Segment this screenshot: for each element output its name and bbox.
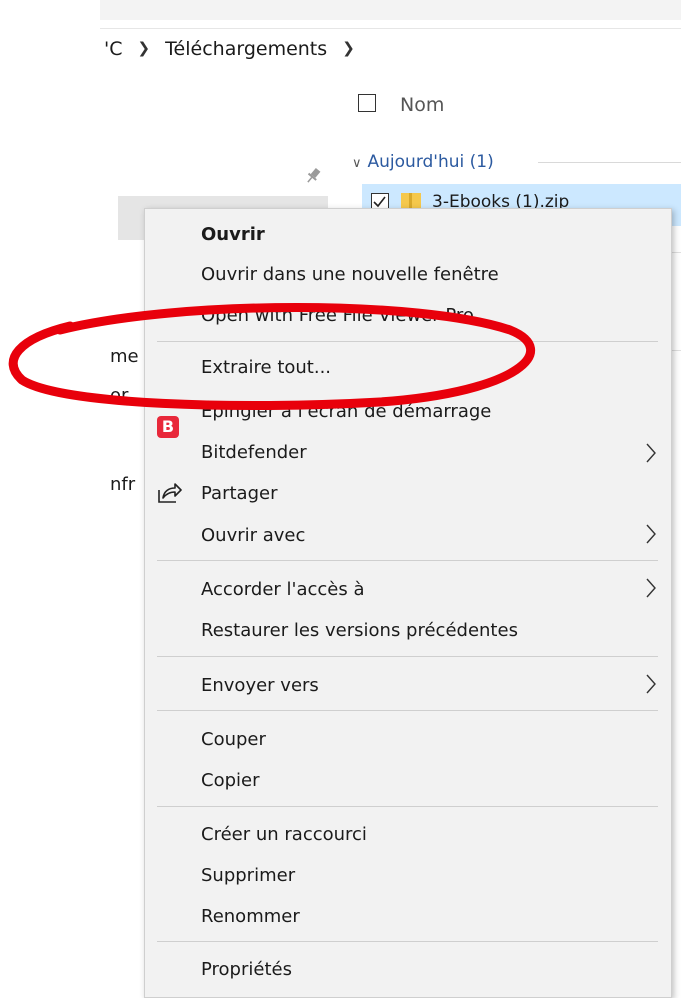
chevron-down-icon: ∨ — [352, 156, 362, 171]
menu-separator — [157, 560, 658, 561]
breadcrumb: 'C ❯ Téléchargements ❯ — [104, 38, 364, 60]
nav-pane-label[interactable]: or — [110, 385, 128, 406]
menu-item-copy[interactable]: Copier — [201, 769, 259, 793]
breadcrumb-item-downloads[interactable]: Téléchargements — [165, 38, 327, 60]
group-header-today[interactable]: ∨ Aujourd'hui (1) — [352, 152, 494, 172]
menu-item-share[interactable]: Partager — [201, 482, 277, 506]
pin-icon[interactable] — [303, 166, 323, 186]
group-label: Aujourd'hui (1) — [367, 152, 494, 172]
menu-item-bitdefender[interactable]: Bitdefender — [201, 441, 307, 465]
toolbar-fragment — [100, 0, 681, 20]
breadcrumb-item-pc[interactable]: 'C — [104, 38, 123, 60]
menu-separator — [157, 806, 658, 807]
menu-item-delete[interactable]: Supprimer — [201, 864, 295, 888]
chevron-right-icon[interactable]: ❯ — [342, 39, 355, 57]
menu-item-open-with[interactable]: Ouvrir avec — [201, 524, 305, 548]
chevron-right-icon[interactable]: ❯ — [138, 39, 151, 57]
menu-item-give-access[interactable]: Accorder l'accès à — [201, 578, 365, 602]
menu-item-rename[interactable]: Renommer — [201, 905, 300, 929]
nav-pane-label[interactable]: nfr — [110, 474, 135, 495]
menu-separator — [157, 656, 658, 657]
toolbar-divider — [100, 28, 681, 29]
nav-pane-label[interactable]: me — [110, 346, 139, 367]
submenu-arrow-icon — [646, 443, 656, 463]
menu-item-extract-all[interactable]: Extraire tout... — [201, 356, 331, 380]
menu-separator — [157, 941, 658, 942]
menu-item-open-with-free-file-viewer[interactable]: Open with Free File Viewer Pro — [201, 304, 474, 328]
submenu-arrow-icon — [646, 524, 656, 544]
menu-item-create-shortcut[interactable]: Créer un raccourci — [201, 823, 367, 847]
menu-separator — [157, 710, 658, 711]
share-icon — [158, 483, 182, 503]
group-divider — [538, 162, 681, 163]
menu-item-open-new-window[interactable]: Ouvrir dans une nouvelle fenêtre — [201, 263, 499, 287]
column-header-name[interactable]: Nom — [400, 94, 444, 116]
submenu-arrow-icon — [646, 578, 656, 598]
menu-item-open[interactable]: Ouvrir — [201, 223, 265, 247]
menu-separator — [157, 341, 658, 342]
menu-item-send-to[interactable]: Envoyer vers — [201, 674, 319, 698]
bitdefender-icon: B — [157, 416, 179, 438]
submenu-arrow-icon — [646, 674, 656, 694]
menu-item-restore-previous-versions[interactable]: Restaurer les versions précédentes — [201, 619, 518, 643]
menu-item-pin-to-start[interactable]: Épingler à l'écran de démarrage — [201, 400, 491, 424]
menu-item-cut[interactable]: Couper — [201, 728, 266, 752]
menu-item-properties[interactable]: Propriétés — [201, 958, 292, 982]
select-all-checkbox[interactable] — [358, 94, 376, 112]
